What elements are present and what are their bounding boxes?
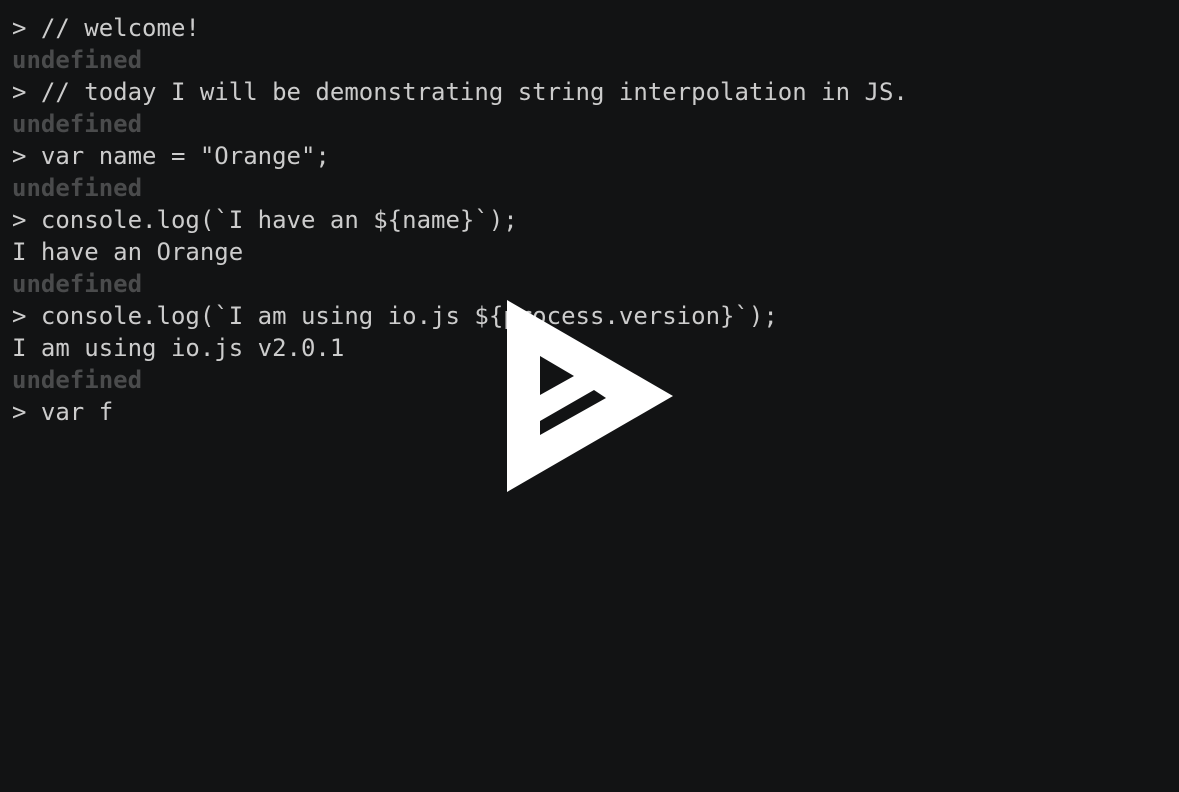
terminal-line-input: > // welcome! xyxy=(12,14,200,42)
terminal-line-undefined: undefined xyxy=(12,270,143,298)
terminal-line-input: > // today I will be demonstrating strin… xyxy=(12,78,908,106)
asciinema-play-icon xyxy=(507,300,673,492)
terminal-line-input: > console.log(`I have an ${name}`); xyxy=(12,206,518,234)
terminal-line-undefined: undefined xyxy=(12,110,143,138)
terminal-line-undefined: undefined xyxy=(12,46,143,74)
play-button[interactable] xyxy=(506,299,674,493)
terminal-line-undefined: undefined xyxy=(12,174,143,202)
terminal-line-input: > var name = "Orange"; xyxy=(12,142,330,170)
terminal-player[interactable]: > // welcome! undefined > // today I wil… xyxy=(0,0,1179,792)
terminal-line-output: I have an Orange xyxy=(12,238,244,266)
